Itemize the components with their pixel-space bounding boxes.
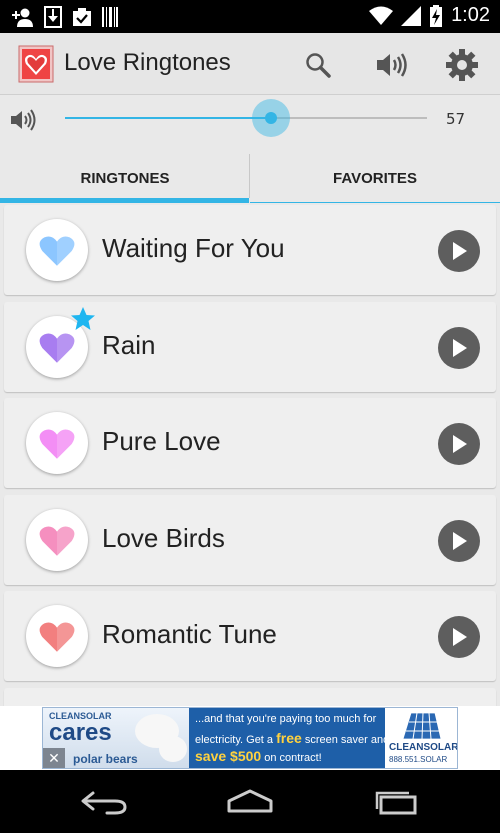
play-button[interactable] [438, 423, 480, 465]
wifi-icon [369, 6, 394, 25]
ad-line-3-end: on contract! [264, 752, 322, 764]
play-button[interactable] [438, 616, 480, 658]
play-icon [453, 435, 467, 453]
ringtone-row[interactable]: Romantic Tune [4, 591, 496, 681]
settings-icon [446, 49, 478, 81]
ad-line-2: electricity. Get a free screen saver and [195, 730, 389, 746]
ad-phone: 888.551.SOLAR [389, 755, 448, 764]
volume-value: 57 [446, 110, 466, 128]
add-contact-icon [12, 8, 33, 27]
polar-bear-image [159, 736, 187, 762]
recent-apps-button[interactable] [366, 786, 426, 818]
ringtone-row[interactable]: Love Birds [4, 494, 496, 585]
ringtone-list: Waiting For You Rain Pure Love Love Birds Ro… [0, 204, 500, 706]
ad-line-2-bold: free [276, 730, 302, 746]
heart-icon [39, 622, 75, 652]
ad-line-2-text: electricity. Get a [195, 734, 274, 746]
action-bar: Love Ringtones [0, 33, 500, 95]
volume-slider[interactable] [65, 99, 427, 137]
play-button[interactable] [438, 519, 480, 562]
app-title: Love Ringtones [64, 49, 231, 76]
screen: 1:02 Love Ringtones 57 RINGTONES FAVORIT… [0, 0, 500, 833]
ringtone-name: Romantic Tune [102, 619, 277, 649]
settings-button[interactable] [444, 47, 480, 83]
ad-banner[interactable]: CLEANSOLAR cares polar bears ✕ ...and th… [42, 707, 458, 769]
back-icon [81, 791, 127, 815]
recent-apps-icon [375, 791, 417, 815]
volume-icon [11, 109, 36, 131]
play-icon [453, 338, 467, 357]
back-button[interactable] [74, 786, 134, 818]
volume-icon [377, 53, 407, 77]
ringtone-heart-avatar [26, 508, 88, 571]
ringtone-heart-avatar [26, 412, 88, 474]
system-icons: 1:02 [369, 4, 490, 27]
ad-logo-panel: CLEANSOLAR 888.551.SOLAR [385, 708, 458, 768]
ringtone-name: Love Birds [102, 522, 225, 553]
tab-favorites[interactable]: FAVORITES [250, 152, 500, 204]
search-button[interactable] [300, 47, 336, 83]
notification-icons [12, 6, 118, 28]
play-icon [453, 531, 467, 550]
ad-copy: ...and that you're paying too much for e… [189, 708, 389, 768]
ad-line-3-bold: save $500 [195, 748, 262, 764]
ringtone-heart-avatar [26, 219, 88, 281]
favorite-star-icon [70, 306, 96, 336]
play-icon [453, 628, 467, 646]
heart-icon [39, 525, 75, 556]
ad-line-1: ...and that you're paying too much for [195, 713, 377, 725]
ringtone-name: Pure Love [102, 426, 221, 456]
clock: 1:02 [451, 4, 490, 26]
ad-line-2-end: screen saver and [304, 734, 390, 746]
status-bar: 1:02 [0, 0, 500, 33]
solar-panel-icon [402, 712, 442, 740]
ad-banner-area: CLEANSOLAR cares polar bears ✕ ...and th… [0, 706, 500, 770]
play-button[interactable] [438, 230, 480, 272]
app-logo-icon[interactable] [18, 45, 54, 83]
signal-icon [401, 5, 422, 26]
download-icon [44, 6, 62, 28]
ringtone-heart-avatar [26, 605, 88, 667]
ad-line-3: save $500 on contract! [195, 748, 322, 764]
ringtone-row[interactable]: Rain [4, 301, 496, 392]
battery-charging-icon [430, 4, 443, 27]
ringtone-name: Waiting For You [102, 233, 285, 263]
play-icon [453, 242, 467, 260]
ringtone-row[interactable]: Pure Love [4, 398, 496, 488]
tab-bar: RINGTONES FAVORITES [0, 152, 500, 204]
heart-icon [39, 429, 75, 459]
volume-slider-thumb-dot [265, 112, 278, 124]
ad-left-panel: CLEANSOLAR cares polar bears ✕ [43, 708, 189, 768]
ad-logo-text: CLEANSOLAR [389, 742, 458, 753]
ad-close-button[interactable]: ✕ [43, 748, 65, 768]
heart-icon [39, 236, 75, 266]
barcode-icon [102, 7, 118, 27]
volume-button[interactable] [374, 47, 410, 83]
ringtone-row-partial[interactable] [4, 687, 496, 706]
ringtone-name: Rain [102, 329, 156, 360]
navigation-bar [0, 770, 500, 833]
home-button[interactable] [220, 786, 280, 818]
ad-subline: polar bears [73, 752, 138, 766]
tab-ringtones[interactable]: RINGTONES [0, 152, 250, 204]
search-icon [306, 53, 331, 78]
volume-slider-fill [65, 117, 272, 119]
volume-row [0, 96, 500, 152]
tab-underline [250, 202, 500, 203]
ringtone-row[interactable]: Waiting For You [4, 205, 496, 295]
clipboard-check-icon [73, 8, 91, 26]
tab-selected-indicator [0, 198, 249, 203]
ad-headline: cares [49, 719, 112, 746]
home-icon [227, 789, 273, 813]
play-button[interactable] [438, 326, 480, 369]
